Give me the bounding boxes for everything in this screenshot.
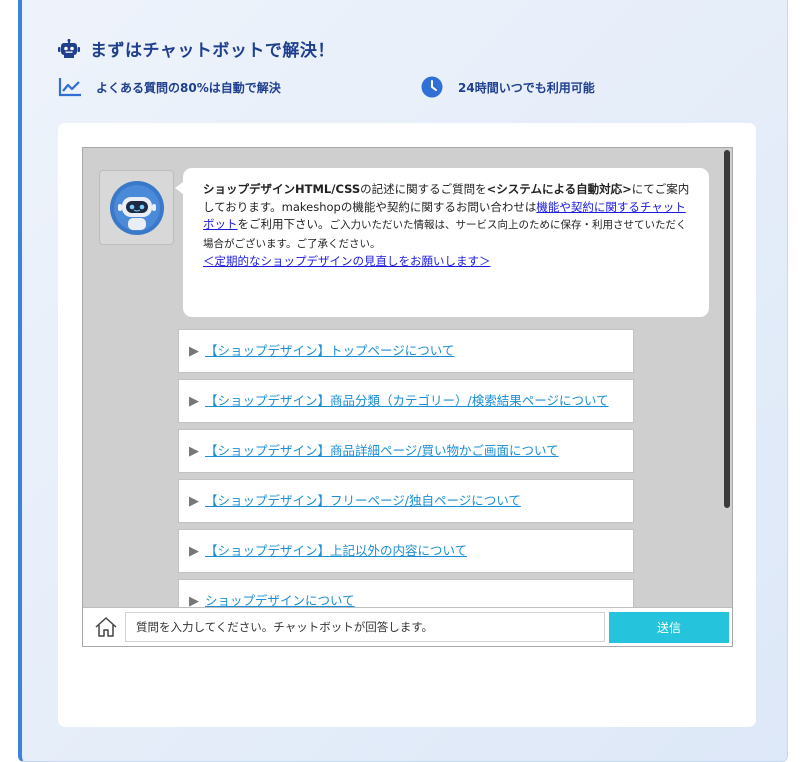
feature-label: よくある質問の80%は自動で解決 [96, 80, 281, 95]
feature-24h: 24時間いつでも利用可能 [420, 76, 595, 98]
chart-line-icon [58, 76, 82, 98]
option-list: ▶ 【ショップデザイン】トップページについて ▶ 【ショップデザイン】商品分類（カテ… [178, 329, 634, 629]
feature-label: 24時間いつでも利用可能 [458, 80, 595, 95]
bot-avatar [99, 170, 174, 245]
chatbot-panel: まずはチャットボットで解決！ よくある質問の80%は自動で解決 24時間いつでも… [18, 0, 788, 762]
option-item[interactable]: ▶ 【ショップデザイン】上記以外の内容について [178, 529, 634, 573]
chat-input-bar: 送信 [83, 607, 732, 646]
triangle-right-icon: ▶ [189, 394, 199, 409]
bot-message-bubble: ショップデザインHTML/CSSの記述に関するご質問を<システムによる自動対応>… [175, 168, 709, 317]
option-link[interactable]: ショップデザインについて [205, 593, 355, 608]
send-button[interactable]: 送信 [609, 611, 729, 643]
option-item[interactable]: ▶ 【ショップデザイン】商品分類（カテゴリー）/検索結果ページについて [178, 379, 634, 423]
chat-card: ショップデザインHTML/CSSの記述に関するご質問を<システムによる自動対応>… [58, 123, 756, 727]
option-link[interactable]: 【ショップデザイン】トップページについて [205, 343, 454, 358]
option-item[interactable]: ▶ 【ショップデザイン】トップページについて [178, 329, 634, 373]
feature-auto-resolve: よくある質問の80%は自動で解決 [58, 76, 281, 98]
option-link[interactable]: 【ショップデザイン】商品詳細ページ/買い物かご画面について [205, 443, 559, 458]
triangle-right-icon: ▶ [189, 444, 199, 459]
message-bold-1: ショップデザインHTML/CSS [203, 182, 361, 196]
option-item[interactable]: ▶ 【ショップデザイン】商品詳細ページ/買い物かご画面について [178, 429, 634, 473]
robot-icon [58, 38, 80, 60]
clock-icon [420, 76, 444, 98]
scrollbar[interactable] [724, 150, 730, 508]
question-input[interactable] [125, 612, 605, 642]
option-link[interactable]: 【ショップデザイン】商品分類（カテゴリー）/検索結果ページについて [205, 393, 609, 408]
message-text-3: をご利用下さい。 [237, 217, 330, 231]
option-link[interactable]: 【ショップデザイン】フリーページ/独自ページについて [205, 493, 521, 508]
triangle-right-icon: ▶ [189, 494, 199, 509]
headline: まずはチャットボットで解決！ [58, 36, 335, 61]
option-link[interactable]: 【ショップデザイン】上記以外の内容について [205, 543, 467, 558]
chat-window: ショップデザインHTML/CSSの記述に関するご質問を<システムによる自動対応>… [82, 147, 733, 647]
triangle-right-icon: ▶ [189, 544, 199, 559]
review-design-link[interactable]: ＜定期的なショップデザインの見直しをお願いします＞ [203, 254, 491, 268]
page-title: まずはチャットボットで解決！ [90, 41, 335, 61]
triangle-right-icon: ▶ [189, 344, 199, 359]
message-bold-2: <システムによる自動対応> [486, 182, 632, 196]
message-text-1: の記述に関するご質問を [360, 182, 487, 196]
option-item[interactable]: ▶ 【ショップデザイン】フリーページ/独自ページについて [178, 479, 634, 523]
home-icon[interactable] [89, 608, 123, 647]
